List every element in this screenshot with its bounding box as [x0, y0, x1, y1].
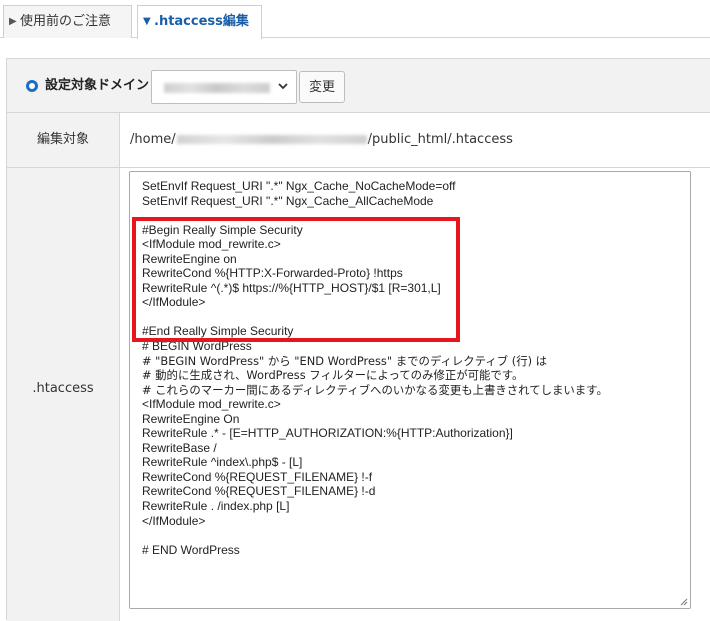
resize-handle-icon[interactable]	[678, 596, 688, 606]
htaccess-line: <IfModule mod_rewrite.c>	[142, 397, 281, 412]
domain-select[interactable]	[151, 70, 297, 104]
htaccess-line: RewriteRule ^(.*)$ https://%{HTTP_HOST}/…	[142, 280, 441, 295]
tab-precautions[interactable]: ▶ 使用前のご注意	[3, 5, 132, 38]
radio-icon	[26, 80, 38, 92]
target-row: 編集対象 /home/ /public_html/.htaccess	[7, 113, 710, 168]
htaccess-line: SetEnvIf Request_URI ".*" Ngx_Cache_AllC…	[142, 193, 434, 208]
htaccess-line	[142, 310, 608, 325]
htaccess-content: SetEnvIf Request_URI ".*" Ngx_Cache_NoCa…	[142, 179, 608, 557]
htaccess-line: RewriteRule ^index\.php$ - [L]	[142, 455, 303, 470]
target-path: /home/ /public_html/.htaccess	[130, 113, 513, 167]
htaccess-line: RewriteCond %{HTTP:X-Forwarded-Proto} !h…	[142, 266, 403, 281]
htaccess-line: </IfModule>	[142, 295, 206, 310]
htaccess-line	[142, 528, 608, 543]
htaccess-line: RewriteRule .* - [E=HTTP_AUTHORIZATION:%…	[142, 426, 513, 441]
chevron-down-icon	[278, 83, 288, 90]
htaccess-line: RewriteCond %{REQUEST_FILENAME} !-d	[142, 484, 376, 499]
htaccess-line: RewriteEngine on	[142, 251, 237, 266]
tab-htaccess-edit[interactable]: ▼ .htaccess編集	[137, 5, 262, 39]
domain-select-value	[164, 83, 270, 93]
htaccess-row: .htaccess SetEnvIf Request_URI ".*" Ngx_…	[7, 168, 710, 621]
settings-panel: 設定対象ドメイン 変更 編集対象 /home/ /public_html/.hta…	[6, 58, 710, 621]
target-label: 編集対象	[7, 113, 120, 167]
htaccess-line: RewriteBase /	[142, 440, 217, 455]
domain-label: 設定対象ドメイン	[45, 78, 150, 93]
htaccess-line: # END WordPress	[142, 542, 240, 557]
htaccess-line: RewriteEngine On	[142, 411, 240, 426]
target-path-suffix: /public_html/.htaccess	[367, 132, 513, 147]
htaccess-line: #End Really Simple Security	[142, 324, 294, 339]
chevron-down-icon: ▼	[143, 16, 151, 27]
tab-bar: ▶ 使用前のご注意 ▼ .htaccess編集	[0, 0, 710, 39]
redacted-path	[176, 135, 367, 144]
htaccess-line: RewriteCond %{REQUEST_FILENAME} !-f	[142, 469, 373, 484]
htaccess-line: # BEGIN WordPress	[142, 339, 252, 354]
change-button[interactable]: 変更	[299, 71, 345, 103]
htaccess-line	[142, 208, 608, 223]
target-path-prefix: /home/	[130, 132, 176, 147]
htaccess-line: SetEnvIf Request_URI ".*" Ngx_Cache_NoCa…	[142, 179, 456, 193]
chevron-right-icon: ▶	[9, 16, 17, 27]
htaccess-line: # 動的に生成され、WordPress フィルターによってのみ修正が可能です。	[142, 368, 524, 383]
tab-htaccess-edit-label: .htaccess編集	[154, 14, 249, 29]
htaccess-line: </IfModule>	[142, 513, 206, 528]
htaccess-line: <IfModule mod_rewrite.c>	[142, 237, 281, 252]
htaccess-textarea[interactable]: SetEnvIf Request_URI ".*" Ngx_Cache_NoCa…	[129, 171, 691, 609]
htaccess-line: # "BEGIN WordPress" から "END WordPress" ま…	[142, 353, 548, 368]
tab-precautions-label: 使用前のご注意	[20, 14, 112, 29]
htaccess-line: RewriteRule . /index.php [L]	[142, 499, 290, 514]
htaccess-label: .htaccess	[7, 168, 120, 621]
htaccess-line: #Begin Really Simple Security	[142, 222, 303, 237]
domain-row: 設定対象ドメイン 変更	[7, 59, 710, 113]
htaccess-line: # これらのマーカー間にあるディレクティブへのいかなる変更も上書きされてしまいま…	[142, 382, 608, 397]
